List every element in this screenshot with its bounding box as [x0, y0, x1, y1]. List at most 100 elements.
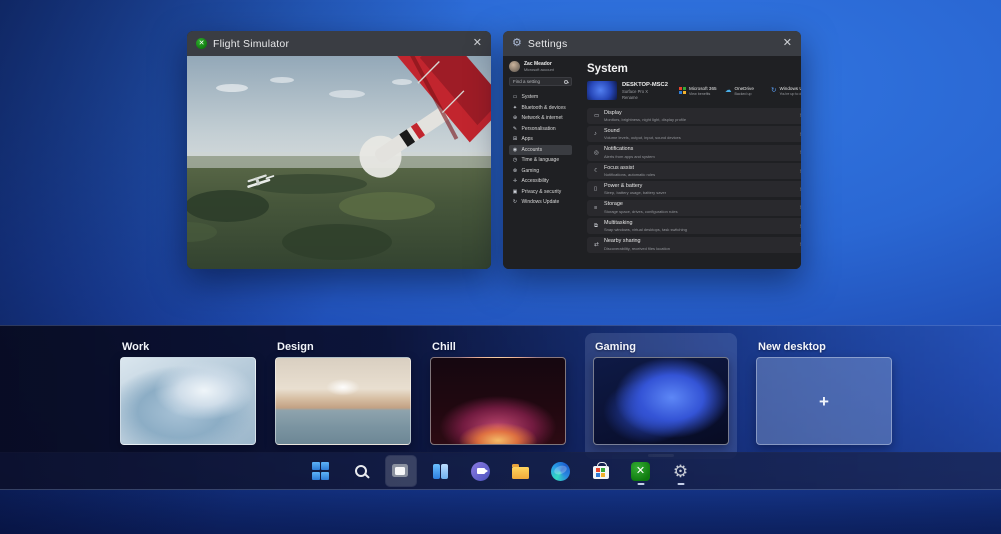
folder-icon: [512, 467, 529, 479]
window-title: Settings: [528, 38, 777, 50]
personalisation-icon: ✎: [512, 126, 518, 132]
settings-button[interactable]: ⚙: [666, 456, 696, 486]
xbox-button[interactable]: ✕: [626, 456, 656, 486]
network-icon: ⊕: [512, 115, 518, 121]
account-name: Zac Meador: [524, 61, 554, 68]
setting-row-multitasking[interactable]: ⧉ Multitasking Snap windows, virtual des…: [587, 218, 801, 234]
setting-row-nearby-sharing[interactable]: ⇄ Nearby sharing Discoverability, receiv…: [587, 237, 801, 253]
file-explorer-button[interactable]: [506, 456, 536, 486]
sidebar-item-gaming[interactable]: ⊗ Gaming: [509, 166, 572, 177]
task-view-button[interactable]: [386, 456, 416, 486]
accounts-icon: ◉: [512, 147, 518, 153]
chevron-right-icon: ›: [800, 112, 801, 119]
system-icon: ▭: [512, 94, 518, 100]
xbox-icon: ✕: [631, 462, 650, 481]
setting-row-focus-assist[interactable]: ☾ Focus assist Notifications, automatic …: [587, 163, 801, 179]
windows-update-icon: ↻: [771, 88, 776, 95]
chevron-right-icon: ›: [800, 131, 801, 138]
windows-logo-icon: [312, 462, 330, 480]
windows-update-tile[interactable]: ↻ Windows Update You're up to date: [771, 86, 801, 96]
setting-row-storage[interactable]: ≡ Storage Storage space, drives, configu…: [587, 200, 801, 216]
close-icon[interactable]: ✕: [473, 38, 482, 49]
rename-link[interactable]: Rename: [622, 95, 674, 101]
window-title: Flight Simulator: [213, 38, 467, 50]
desktop-label: Gaming: [595, 341, 729, 353]
display-icon: ▭: [594, 113, 604, 119]
desktop-gaming-selected[interactable]: Gaming: [585, 333, 737, 459]
edge-button[interactable]: [546, 456, 576, 486]
taskbar: ✕ ⚙: [0, 452, 1001, 490]
onedrive-tile[interactable]: ☁ OneDrive Backed up: [725, 86, 762, 96]
onedrive-cloud-icon: ☁: [725, 88, 732, 95]
accessibility-icon: ✛: [512, 178, 518, 184]
task-view-screen: Flight Simulator ✕: [0, 0, 1001, 534]
sidebar-item-windows-update[interactable]: ↻ Windows Update: [509, 197, 572, 208]
widgets-button[interactable]: [426, 456, 456, 486]
start-button[interactable]: [306, 456, 336, 486]
setting-row-power-battery[interactable]: ▯ Power & battery Sleep, battery usage, …: [587, 181, 801, 197]
sidebar-item-system[interactable]: ▭ System: [509, 92, 572, 103]
sidebar-item-time-language[interactable]: ◷ Time & language: [509, 155, 572, 166]
running-indicator: [677, 483, 684, 485]
settings-main: System DESKTOP-MSC2 Surface Pro X Rename…: [577, 56, 801, 269]
desktop-chill-thumbnail[interactable]: [430, 357, 566, 445]
desktop-chill[interactable]: Chill: [430, 341, 566, 445]
sidebar-item-accounts[interactable]: ◉ Accounts: [509, 145, 572, 156]
sound-icon: ♪: [594, 131, 604, 137]
window-flight-simulator[interactable]: Flight Simulator ✕: [187, 31, 491, 269]
chevron-right-icon: ›: [800, 186, 801, 193]
desktop-gaming-thumbnail[interactable]: [593, 357, 729, 445]
sidebar-item-apps[interactable]: ⊞ Apps: [509, 134, 572, 145]
flight-simulator-thumbnail[interactable]: [187, 56, 491, 269]
page-title: System: [587, 63, 801, 75]
desktop-work[interactable]: Work: [120, 341, 256, 445]
window-settings[interactable]: ⚙ Settings ✕ Zac Meador Microsoft accoun…: [503, 31, 801, 269]
account-card[interactable]: Zac Meador Microsoft account: [509, 61, 572, 72]
settings-body: Zac Meador Microsoft account Find a sett…: [503, 56, 801, 269]
device-name: DESKTOP-MSC2: [622, 81, 674, 89]
setting-row-notifications[interactable]: ◎ Notifications Alerts from apps and sys…: [587, 145, 801, 161]
sidebar-item-accessibility[interactable]: ✛ Accessibility: [509, 176, 572, 187]
new-desktop-button[interactable]: +: [756, 357, 892, 445]
sidebar-item-network-internet[interactable]: ⊕ Network & internet: [509, 113, 572, 124]
task-view-icon: [392, 464, 410, 479]
microsoft-365-tile[interactable]: Microsoft 365 View benefits: [679, 86, 716, 96]
sidebar-item-privacy-security[interactable]: ▣ Privacy & security: [509, 187, 572, 198]
chevron-right-icon: ›: [800, 241, 801, 248]
sidebar-item-personalisation[interactable]: ✎ Personalisation: [509, 124, 572, 135]
sidebar-item-bluetooth-devices[interactable]: ✦ Bluetooth & devices: [509, 103, 572, 114]
storage-icon: ≡: [594, 205, 604, 211]
account-subtitle: Microsoft account: [524, 68, 554, 73]
setting-row-sound[interactable]: ♪ Sound Volume levels, output, input, so…: [587, 126, 801, 142]
virtual-desktops-strip: Work Design Chill Gaming New desktop +: [0, 325, 1001, 453]
chat-button[interactable]: [466, 456, 496, 486]
focus-assist-icon: ☾: [594, 168, 604, 174]
nearby-sharing-icon: ⇄: [594, 242, 604, 248]
battery-icon: ▯: [594, 186, 604, 192]
desktop-design-thumbnail[interactable]: [275, 357, 411, 445]
store-button[interactable]: [586, 456, 616, 486]
new-desktop[interactable]: New desktop +: [756, 341, 892, 445]
search-icon: [355, 465, 367, 477]
bluetooth-icon: ✦: [512, 105, 518, 111]
edge-icon: [551, 462, 570, 481]
desktop-work-thumbnail[interactable]: [120, 357, 256, 445]
search-input[interactable]: Find a setting: [509, 77, 572, 86]
settings-sidebar: Zac Meador Microsoft account Find a sett…: [503, 56, 577, 269]
running-indicator: [637, 483, 644, 485]
desktop-label: Work: [122, 341, 256, 353]
setting-row-display[interactable]: ▭ Display Monitors, brightness, night li…: [587, 108, 801, 124]
search-button[interactable]: [346, 456, 376, 486]
multitasking-icon: ⧉: [594, 223, 604, 230]
settings-titlebar: ⚙ Settings ✕: [503, 31, 801, 56]
close-icon[interactable]: ✕: [783, 38, 792, 49]
desktop-design[interactable]: Design: [275, 341, 411, 445]
chevron-right-icon: ›: [800, 168, 801, 175]
widgets-icon: [433, 464, 449, 479]
device-header: DESKTOP-MSC2 Surface Pro X Rename Micros…: [587, 81, 801, 101]
gamepad-icon: ⊗: [512, 168, 518, 174]
chevron-right-icon: ›: [800, 204, 801, 211]
chevron-right-icon: ›: [800, 149, 801, 156]
apps-icon: ⊞: [512, 136, 518, 142]
search-icon: [564, 80, 568, 84]
